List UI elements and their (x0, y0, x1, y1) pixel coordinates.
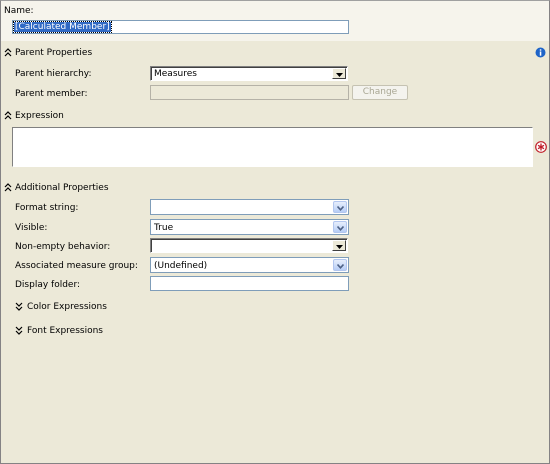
measure-group-dropdown-button[interactable] (333, 259, 347, 271)
parent-hierarchy-dropdown-button[interactable] (332, 68, 346, 79)
format-string-dropdown-button[interactable] (333, 201, 347, 213)
visible-select[interactable]: True (150, 219, 349, 235)
error-asterisk-icon (535, 141, 547, 153)
chevron-down-icon (336, 73, 343, 77)
name-value: [Calculated Member] (13, 21, 112, 33)
parent-properties-title: Parent Properties (15, 48, 93, 58)
visible-dropdown-button[interactable] (333, 221, 347, 233)
color-expressions-title[interactable]: Color Expressions (27, 302, 107, 313)
collapse-chevron-up-icon[interactable] (4, 48, 12, 57)
name-label: Name: (4, 6, 34, 16)
parent-member-field (150, 85, 349, 100)
expression-title: Expression (15, 111, 64, 121)
info-icon[interactable] (535, 47, 546, 58)
chevron-down-icon (336, 245, 343, 249)
measure-group-value: (Undefined) (154, 261, 208, 271)
non-empty-dropdown-button[interactable] (332, 240, 346, 251)
non-empty-behavior-label: Non-empty behavior: (15, 242, 111, 252)
visible-value: True (154, 223, 174, 233)
chevron-down-icon (337, 264, 344, 269)
collapse-chevron-up-icon[interactable] (4, 183, 12, 192)
additional-properties-title: Additional Properties (15, 183, 109, 193)
expand-chevron-down-icon[interactable] (15, 302, 23, 311)
expression-editor[interactable] (12, 127, 533, 167)
parent-hierarchy-label: Parent hierarchy: (15, 69, 92, 79)
chevron-down-icon (337, 206, 344, 211)
associated-measure-group-label: Associated measure group: (15, 261, 138, 271)
parent-member-label: Parent member: (15, 89, 88, 99)
font-expressions-title[interactable]: Font Expressions (27, 326, 103, 337)
collapse-chevron-up-icon[interactable] (4, 111, 12, 120)
non-empty-behavior-select[interactable] (150, 238, 348, 253)
parent-hierarchy-value: Measures (154, 69, 197, 79)
format-string-label: Format string: (15, 203, 79, 213)
display-folder-label: Display folder: (15, 280, 81, 290)
associated-measure-group-select[interactable]: (Undefined) (150, 257, 349, 273)
expand-chevron-down-icon[interactable] (15, 326, 23, 335)
display-folder-input[interactable] (150, 276, 349, 291)
visible-label: Visible: (15, 223, 48, 233)
format-string-combo[interactable] (150, 199, 349, 215)
change-button[interactable]: Change (352, 85, 408, 100)
parent-hierarchy-select[interactable]: Measures (150, 66, 348, 81)
chevron-down-icon (337, 226, 344, 231)
name-input[interactable]: [Calculated Member] (12, 20, 349, 34)
